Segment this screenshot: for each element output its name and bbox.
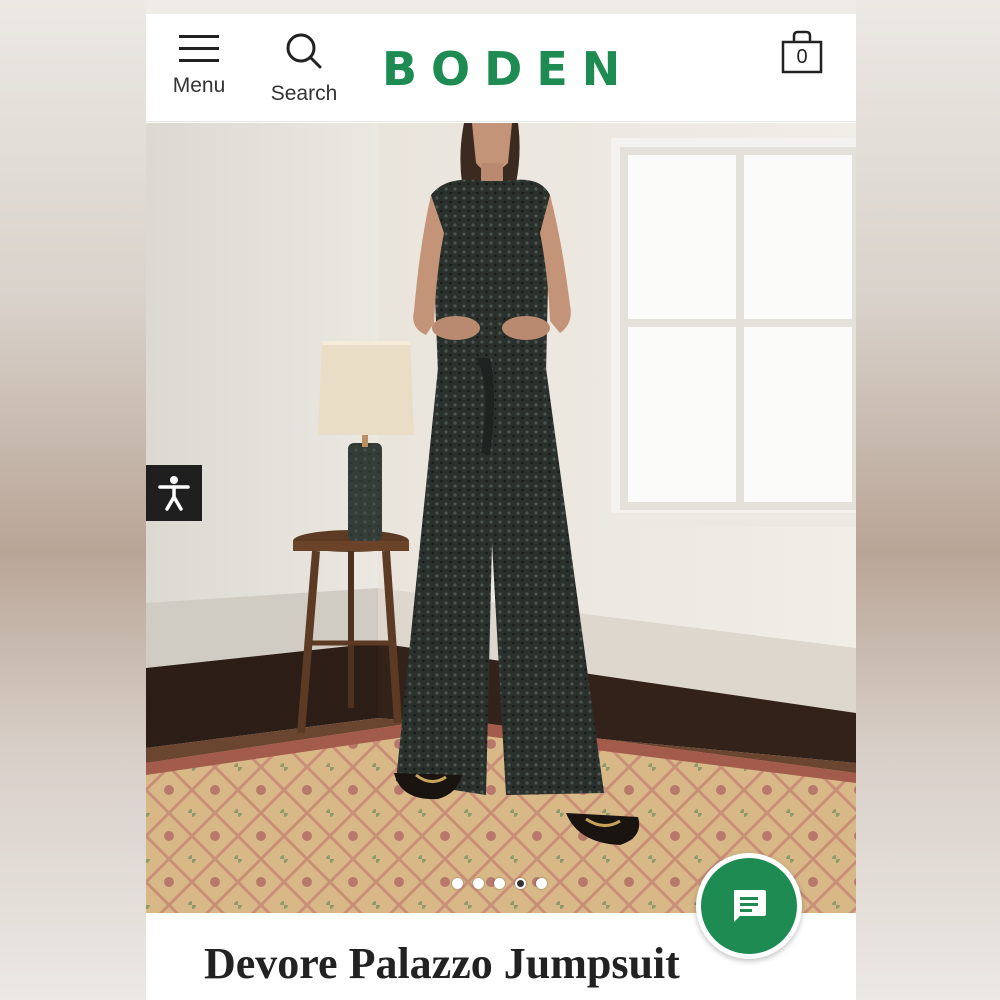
product-image-carousel[interactable] xyxy=(146,123,856,913)
search-icon xyxy=(286,33,322,69)
search-label: Search xyxy=(270,82,338,105)
product-title: Devore Palazzo Jumpsuit xyxy=(204,939,680,988)
site-header: Menu Search BODEN 0 xyxy=(146,14,856,122)
carousel-dot[interactable] xyxy=(494,878,505,889)
carousel-dot[interactable] xyxy=(452,878,463,889)
hamburger-icon xyxy=(179,32,219,64)
accessibility-icon xyxy=(158,476,190,511)
menu-label: Menu xyxy=(172,74,226,97)
carousel-pagination xyxy=(452,878,547,889)
product-photo xyxy=(146,123,856,913)
carousel-dot-active[interactable] xyxy=(515,878,526,889)
carousel-dot[interactable] xyxy=(473,878,484,889)
carousel-dot[interactable] xyxy=(536,878,547,889)
menu-button[interactable]: Menu xyxy=(166,32,232,98)
search-button[interactable]: Search xyxy=(266,32,342,106)
chat-icon xyxy=(734,890,766,922)
mobile-page: Menu Search BODEN 0 Devore Palazzo Jumps… xyxy=(146,0,856,1000)
bag-count: 0 xyxy=(796,46,808,68)
status-strip xyxy=(146,0,856,14)
accessibility-button[interactable] xyxy=(146,465,202,521)
brand-logo[interactable]: BODEN xyxy=(382,42,634,96)
shopping-bag-button[interactable]: 0 xyxy=(781,30,823,74)
